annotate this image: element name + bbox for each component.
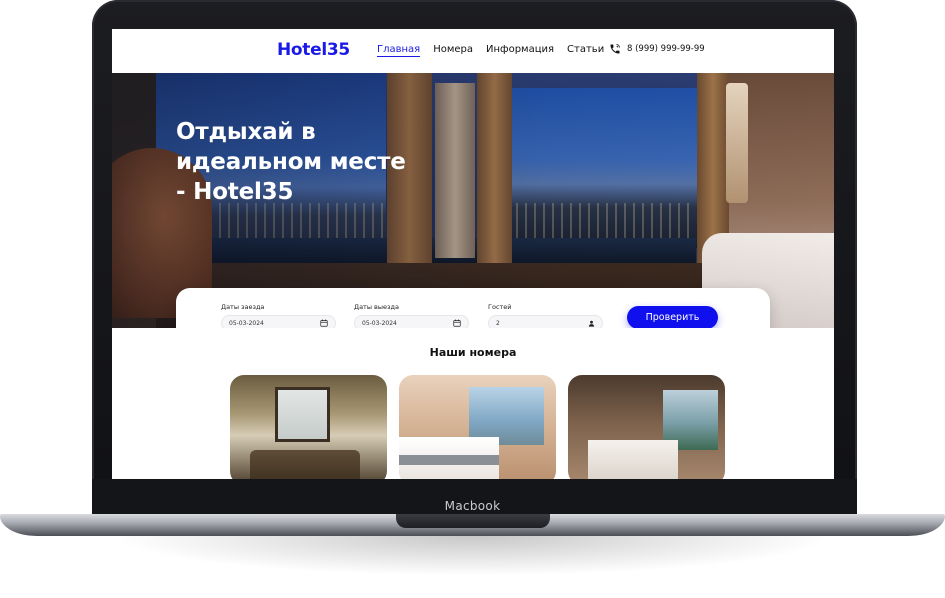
laptop-shadow bbox=[110, 536, 835, 576]
guests-label: Гостей bbox=[488, 303, 512, 311]
calendar-icon[interactable] bbox=[320, 319, 328, 327]
room-photo-bed bbox=[588, 440, 678, 479]
checkout-input[interactable]: 05-03-2024 bbox=[354, 315, 469, 328]
room-photo-sofa bbox=[250, 450, 360, 479]
room-card[interactable] bbox=[399, 375, 556, 479]
checkin-field: Даты заезда 05-03-2024 bbox=[221, 303, 336, 328]
nav-item-info[interactable]: Информация bbox=[486, 44, 554, 57]
room-card[interactable] bbox=[568, 375, 725, 479]
booking-form: Даты заезда 05-03-2024 Даты выезда 05-03… bbox=[176, 288, 770, 328]
rooms-gallery bbox=[230, 375, 725, 479]
checkin-label: Даты заезда bbox=[221, 303, 265, 311]
checkout-label: Даты выезда bbox=[354, 303, 399, 311]
site-header: Hotel35 Главная Номера Информация Статьи… bbox=[112, 29, 834, 73]
header-phone[interactable]: 8 (999) 999-99-99 bbox=[609, 43, 705, 55]
checkout-field: Даты выезда 05-03-2024 bbox=[354, 303, 469, 328]
guests-input[interactable]: 2 bbox=[488, 315, 603, 328]
user-icon bbox=[588, 320, 595, 327]
phone-icon bbox=[610, 44, 620, 54]
nav-item-rooms[interactable]: Номера bbox=[433, 44, 473, 57]
laptop-brand-label: Macbook bbox=[444, 499, 501, 513]
phone-number: 8 (999) 999-99-99 bbox=[627, 44, 705, 54]
guests-field: Гостей 2 bbox=[488, 303, 603, 328]
room-photo-blanket bbox=[399, 455, 499, 465]
site-logo[interactable]: Hotel35 bbox=[277, 40, 350, 60]
check-availability-button[interactable]: Проверить bbox=[627, 306, 718, 328]
calendar-icon[interactable] bbox=[453, 319, 461, 327]
checkout-value: 05-03-2024 bbox=[362, 319, 397, 327]
hero-section: Отдыхай в идеальном месте - Hotel35 Даты… bbox=[112, 73, 834, 328]
hero-title: Отдыхай в идеальном месте - Hotel35 bbox=[176, 119, 406, 205]
laptop-notch bbox=[396, 514, 550, 528]
laptop-screen: Hotel35 Главная Номера Информация Статьи… bbox=[112, 29, 834, 479]
checkin-input[interactable]: 05-03-2024 bbox=[221, 315, 336, 328]
room-card[interactable] bbox=[230, 375, 387, 479]
checkin-value: 05-03-2024 bbox=[229, 319, 264, 327]
rooms-section-title: Наши номера bbox=[429, 346, 517, 359]
nav-item-articles[interactable]: Статьи bbox=[567, 44, 604, 57]
room-photo-window bbox=[275, 387, 330, 442]
main-nav: Главная Номера Информация Статьи bbox=[377, 44, 604, 57]
guests-value: 2 bbox=[496, 319, 500, 327]
nav-item-home[interactable]: Главная bbox=[377, 44, 421, 57]
